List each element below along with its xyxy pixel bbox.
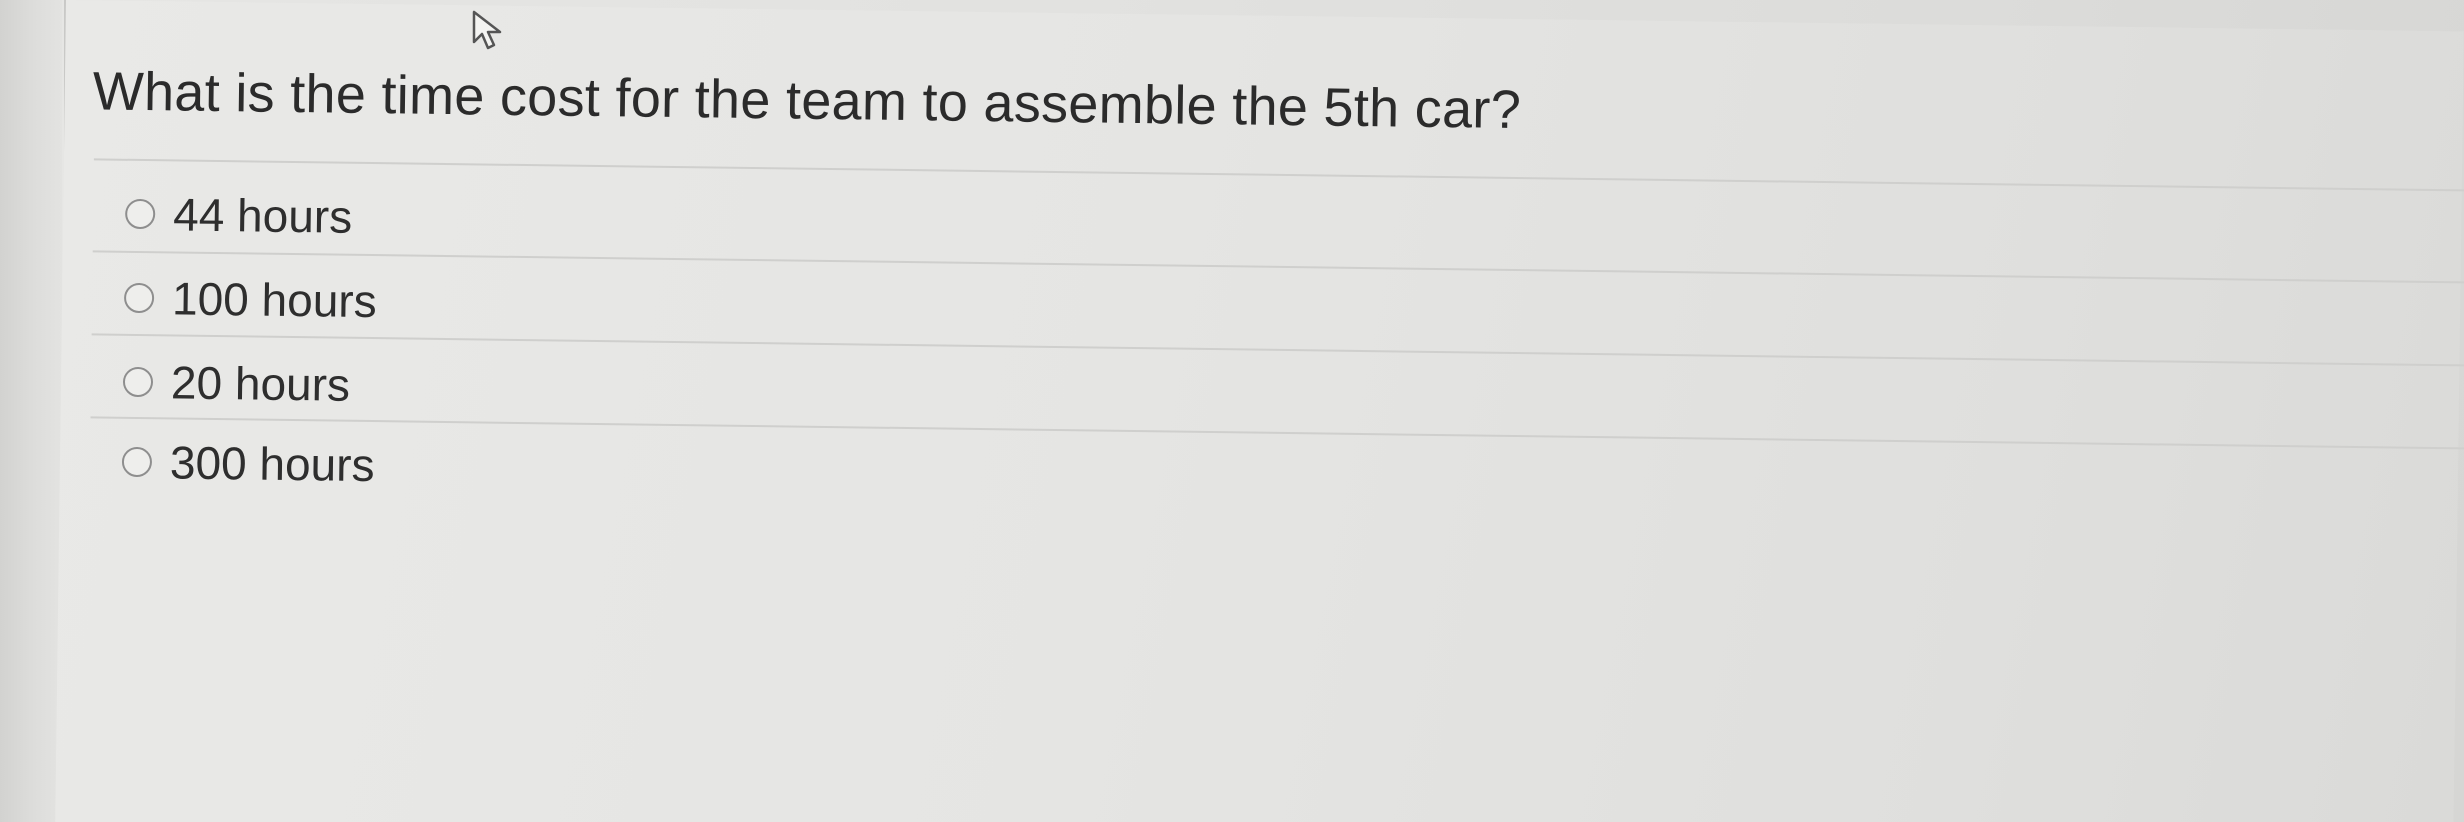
quiz-screen: What is the time cost for the team to as… (0, 0, 2464, 822)
question-text: What is the time cost for the team to as… (92, 61, 1522, 141)
answer-option[interactable]: 44 hours (125, 187, 353, 244)
option-label: 44 hours (172, 188, 353, 243)
radio-button-icon[interactable] (123, 282, 155, 314)
option-label: 20 hours (170, 356, 351, 411)
radio-button-icon[interactable] (122, 366, 154, 398)
question-panel: What is the time cost for the team to as… (55, 0, 2464, 822)
radio-button-icon[interactable] (125, 198, 156, 230)
answer-option[interactable]: 300 hours (121, 435, 375, 492)
divider (92, 250, 2464, 284)
answer-option[interactable]: 100 hours (123, 271, 378, 328)
divider (91, 333, 2464, 367)
divider (90, 416, 2464, 450)
arrow-pointer-icon (472, 10, 502, 50)
divider (93, 158, 2464, 192)
left-margin (0, 0, 62, 822)
answer-option[interactable]: 20 hours (122, 355, 351, 412)
option-label: 300 hours (169, 436, 375, 492)
radio-button-icon[interactable] (121, 446, 153, 478)
option-label: 100 hours (171, 272, 378, 328)
